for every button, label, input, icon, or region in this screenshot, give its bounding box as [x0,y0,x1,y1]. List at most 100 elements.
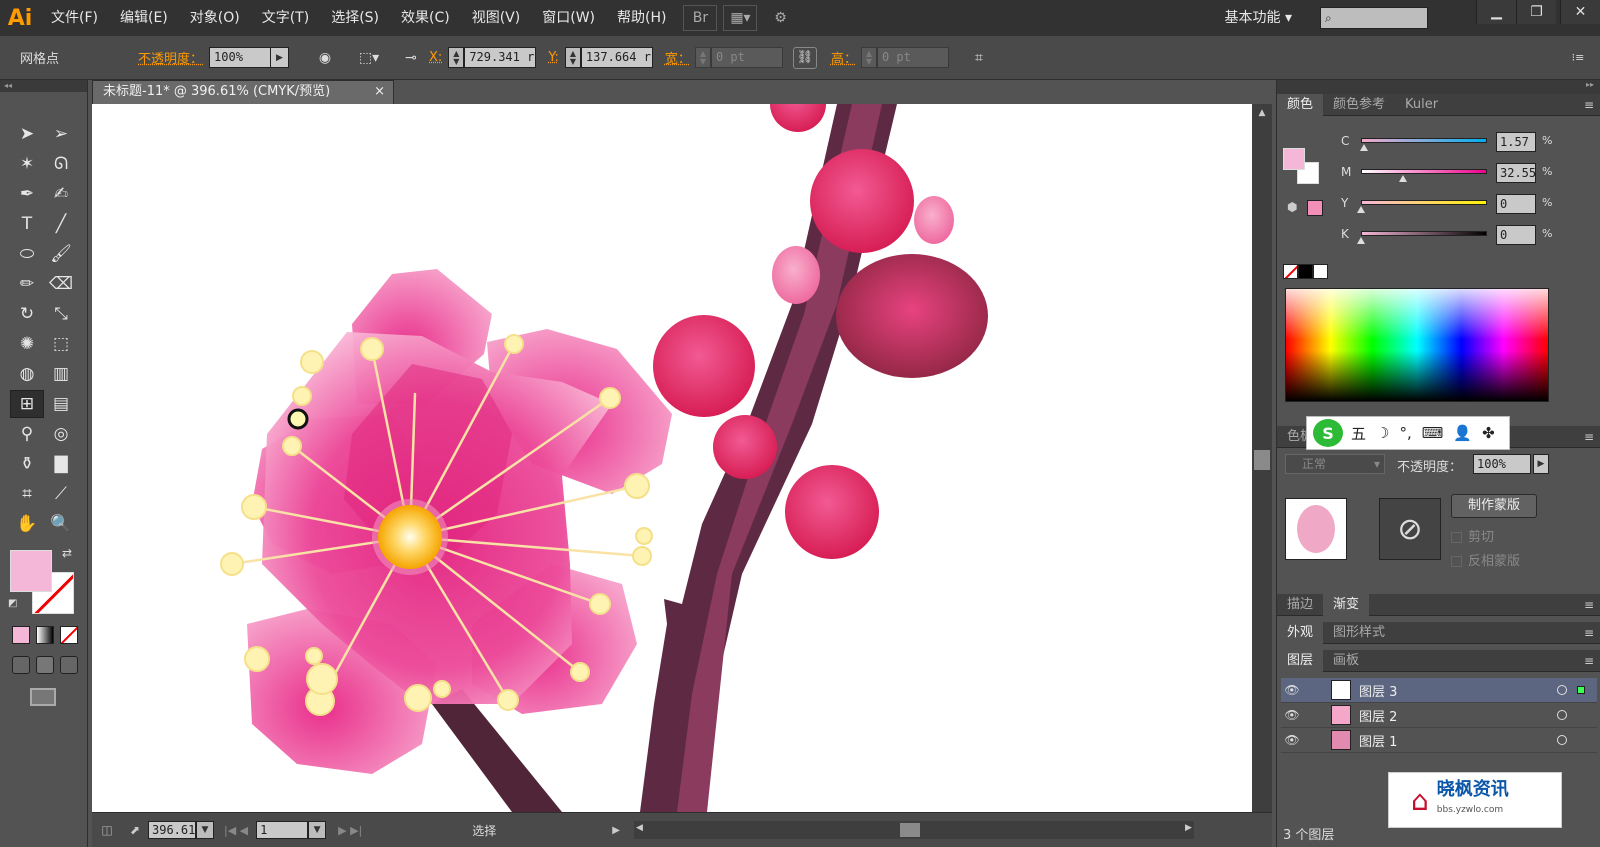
menu-item-effect[interactable]: 效果(C) [390,0,461,36]
blend-tool-icon[interactable]: ◎ [44,420,78,448]
toolbar-grip-icon[interactable]: ◂◂ [0,80,87,92]
arrange-documents-icon[interactable]: ▦▾ [723,5,758,31]
minimize-icon[interactable]: ▁ [1476,0,1516,24]
none-swatch[interactable] [1283,264,1298,279]
zoom-menu-icon[interactable]: ◫ [92,823,122,837]
draw-normal-icon[interactable] [12,656,30,674]
tab-color[interactable]: 颜色 [1277,93,1324,116]
color-panel-menu-icon[interactable]: ≡ [1584,98,1594,112]
color-spectrum[interactable] [1285,288,1549,402]
default-fill-stroke-icon[interactable]: ◩ [8,598,17,609]
constrain-proportions-icon[interactable]: ⛓ [792,46,817,69]
tab-stroke[interactable]: 描边 [1277,594,1323,616]
menu-item-select[interactable]: 选择(S) [320,0,390,36]
visibility-eye-icon[interactable]: 👁 [1281,733,1303,747]
layer-name[interactable]: 图层 1 [1359,731,1397,750]
restore-icon[interactable]: ❐ [1516,0,1556,24]
menu-item-type[interactable]: 文字(T) [251,0,320,36]
cyan-input[interactable]: 1.57 [1496,132,1536,152]
zoom-dropdown[interactable]: ▼ [196,821,214,839]
ime-toolbar[interactable]: S 五 ☽ °, ⌨ 👤 ✤ [1306,416,1510,450]
invert-mask-checkbox[interactable]: 反相蒙版 [1451,550,1520,569]
draw-behind-icon[interactable] [36,656,54,674]
cyan-slider[interactable]: C 1.57 % [1341,132,1600,154]
type-tool-icon[interactable]: T [10,210,44,238]
tab-appearance[interactable]: 外观 [1277,621,1324,644]
eyedropper-tool-icon[interactable]: ⚲ [10,420,44,448]
paintbrush-tool-icon[interactable]: 🖌 [44,240,78,268]
search-input[interactable]: ⌕ [1320,7,1428,29]
layer-name[interactable]: 图层 2 [1359,706,1397,725]
document-tab[interactable]: 未标题-11* @ 396.61% (CMYK/预览) × [92,80,394,104]
transform-reference-icon[interactable]: ⬚▾ [357,46,381,70]
black-input[interactable]: 0 [1496,225,1536,245]
y-input[interactable]: 137.664 r [580,47,653,68]
layer-row[interactable]: 👁 图层 2 [1281,703,1597,728]
white-swatch[interactable] [1313,264,1328,279]
layer-name[interactable]: 图层 3 [1359,681,1397,700]
appearance-panel-menu-icon[interactable]: ≡ [1584,626,1594,640]
anchor-convert-icon[interactable]: ⊸ [399,46,423,70]
isolate-selection-icon[interactable]: ⌗ [967,46,991,70]
layer-row[interactable]: 👁 图层 3 [1281,678,1597,703]
x-stepper[interactable]: ▲ ▼ [448,47,465,68]
rotate-tool-icon[interactable]: ↻ [10,300,44,328]
gradient-tool-icon[interactable]: ▤ [44,390,78,418]
scroll-left-icon[interactable]: ◀ [636,823,643,833]
ime-wubi-icon[interactable]: 五 [1351,423,1366,444]
next-artboard-icon[interactable]: ▶ ▶| [338,824,362,837]
scroll-right-icon[interactable]: ▶ [1185,823,1192,833]
artboard-canvas[interactable] [92,104,1252,812]
mask-thumbnail[interactable]: ⊘ [1379,498,1441,560]
none-mode-button[interactable] [60,626,78,644]
menu-item-edit[interactable]: 编辑(E) [109,0,179,36]
direct-selection-tool-icon[interactable]: ➢ [44,120,78,148]
transparency-panel-menu-icon[interactable]: ≡ [1584,430,1594,444]
menu-item-object[interactable]: 对象(O) [179,0,251,36]
clip-checkbox[interactable]: 剪切 [1451,526,1494,545]
horizontal-scrollbar-thumb[interactable] [899,823,920,837]
ime-keyboard-icon[interactable]: ⌨ [1422,424,1444,442]
yellow-input[interactable]: 0 [1496,194,1536,214]
artboard-dropdown[interactable]: ▼ [308,821,327,839]
visibility-eye-icon[interactable]: 👁 [1281,708,1303,722]
free-transform-tool-icon[interactable]: ⬚ [44,330,78,358]
vertical-scrollbar-thumb[interactable] [1254,450,1270,470]
yellow-track[interactable] [1361,200,1487,205]
transparency-opacity-input[interactable]: 100% [1473,454,1531,474]
cyan-track[interactable] [1361,138,1487,143]
eraser-tool-icon[interactable]: ⌫ [44,270,78,298]
object-thumbnail[interactable] [1285,498,1347,560]
vertical-scrollbar[interactable]: ▲ [1252,104,1272,812]
cyan-thumb[interactable] [1359,144,1368,151]
ime-user-icon[interactable]: 👤 [1453,424,1472,442]
out-of-gamut-icon[interactable]: ⬢ [1287,200,1297,214]
zoom-tool-icon[interactable]: 🔍 [44,510,78,538]
column-graph-tool-icon[interactable]: ▇ [44,450,78,478]
tab-artboards[interactable]: 画板 [1323,650,1369,672]
status-menu-icon[interactable]: ▶ [612,825,620,836]
opacity-label[interactable]: 不透明度： [138,48,203,67]
artboard-input[interactable]: 1 [256,821,309,839]
menu-item-view[interactable]: 视图(V) [461,0,532,36]
menu-item-file[interactable]: 文件(F) [40,0,109,36]
first-artboard-icon[interactable]: |◀ ◀ [224,824,248,837]
tab-gradient[interactable]: 渐变 [1323,593,1370,616]
pen-tool-icon[interactable]: ✒ [10,180,44,208]
magic-wand-tool-icon[interactable]: ✶ [10,150,44,178]
black-slider[interactable]: K 0 % [1341,225,1600,247]
ime-logo-icon[interactable]: S [1313,419,1343,447]
blend-mode-select[interactable]: 正常 ▾ [1285,454,1385,474]
black-thumb[interactable] [1357,237,1365,244]
horizontal-scrollbar[interactable]: ◀ ▶ [633,821,1194,839]
lasso-tool-icon[interactable]: ᘏ [44,150,78,178]
workspace-switcher[interactable]: 基本功能 ▾ [1225,6,1292,30]
warp-tool-icon[interactable]: ✺ [10,330,44,358]
zoom-input[interactable]: 396.61 [148,821,196,839]
color-mode-button[interactable] [12,626,30,644]
dock-collapse-icon[interactable]: ▸▸ [1277,80,1600,94]
swap-fill-stroke-icon[interactable]: ⇄ [62,546,72,560]
control-bar-menu-icon[interactable]: ⁝≡ [1566,46,1590,70]
layer-target-icon[interactable] [1557,685,1567,695]
curvature-pen-tool-icon[interactable]: ✍ [44,180,78,208]
